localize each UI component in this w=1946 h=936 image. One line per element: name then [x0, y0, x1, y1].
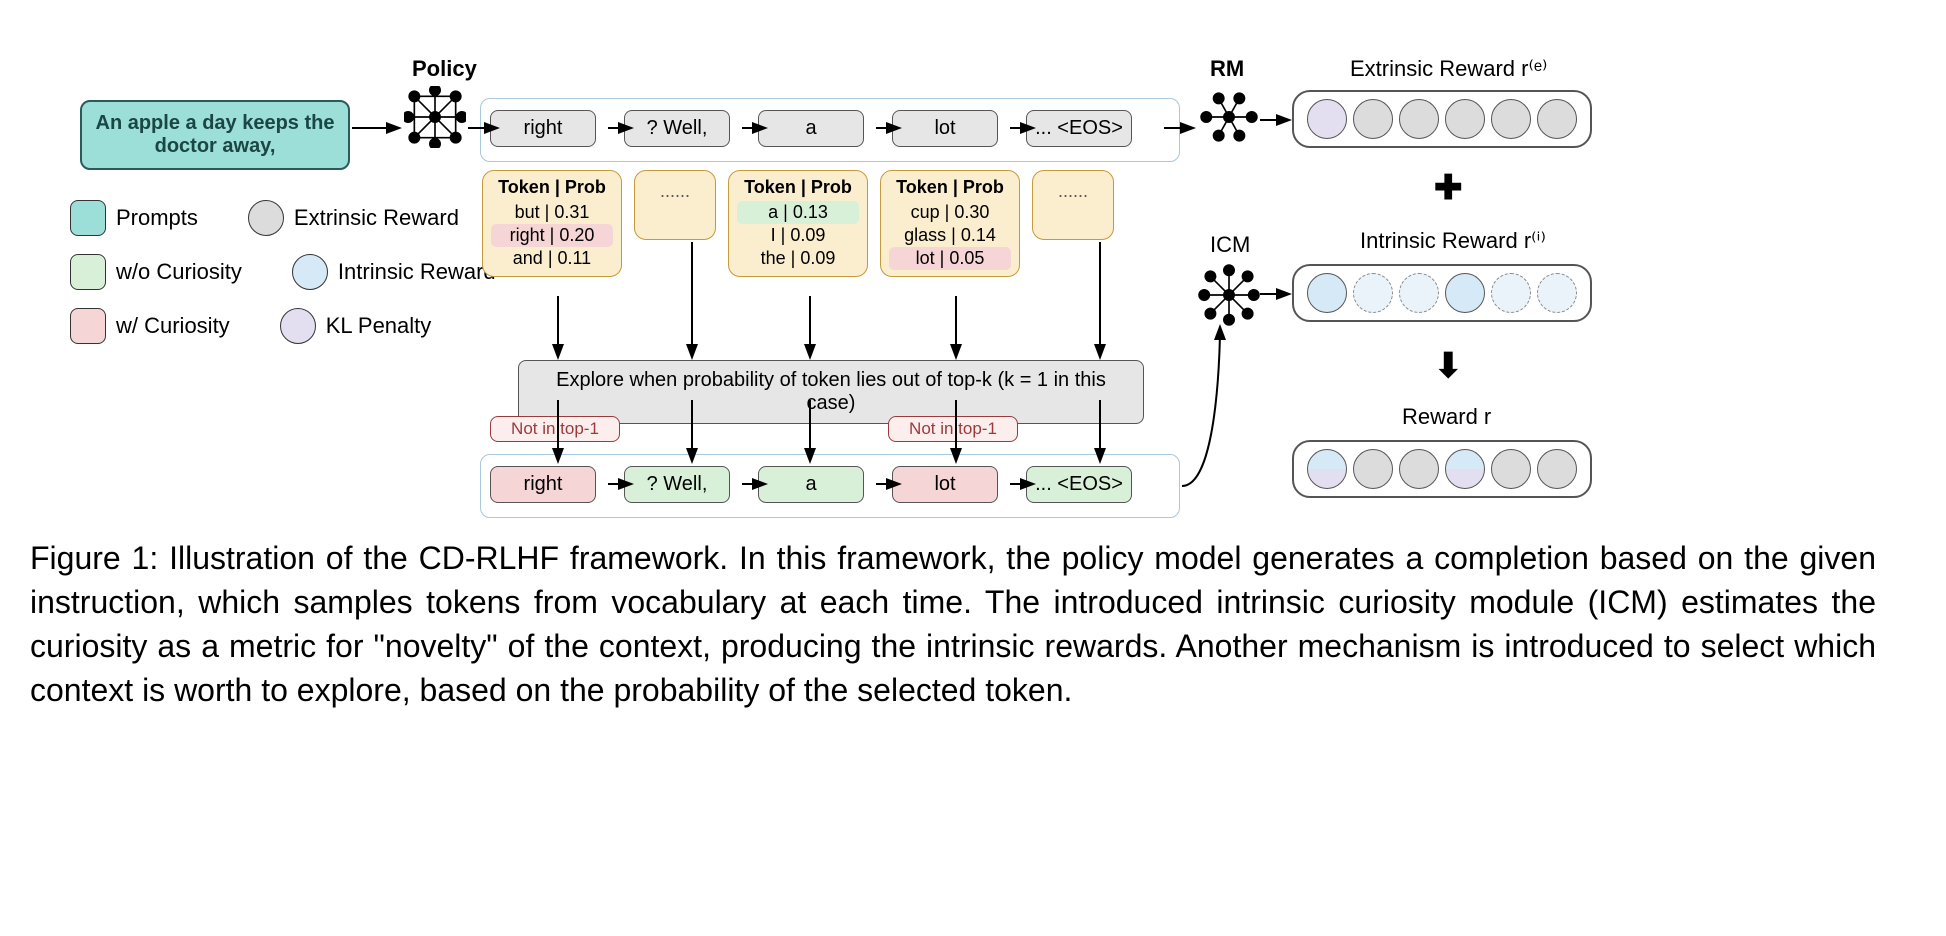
diagram-area: Prompts Extrinsic Reward w/o Curiosity I… — [60, 60, 1886, 540]
token: right — [490, 110, 596, 147]
plus-icon: ✚ — [1434, 168, 1463, 208]
extrinsic-reward-title: Extrinsic Reward r⁽ᵉ⁾ — [1350, 56, 1547, 82]
prob-ellipsis-1: ...... — [634, 170, 716, 240]
tokens-bottom: right ? Well, alot ... <EOS> — [490, 466, 1132, 503]
swatch-wo-curiosity — [70, 254, 106, 290]
intrinsic-reward-title: Intrinsic Reward r⁽ⁱ⁾ — [1360, 228, 1546, 254]
reward-circle — [1353, 449, 1393, 489]
policy-network-icon — [404, 86, 466, 148]
legend-prompts-label: Prompts — [116, 205, 198, 231]
explore-box: Explore when probability of token lies o… — [518, 360, 1144, 424]
reward-circle — [1399, 449, 1439, 489]
tokens-top: right ? Well, alot ... <EOS> — [490, 110, 1132, 147]
reward-circle — [1445, 273, 1485, 313]
swatch-kl — [280, 308, 316, 344]
legend-wo-curiosity-label: w/o Curiosity — [116, 259, 242, 285]
not-in-top-1-left: Not in top-1 — [490, 416, 620, 442]
reward-circle — [1353, 99, 1393, 139]
legend-extrinsic-label: Extrinsic Reward — [294, 205, 459, 231]
reward-circle-dashed — [1399, 273, 1439, 313]
legend-prompts: Prompts — [70, 200, 198, 236]
reward-circle — [1537, 99, 1577, 139]
legend-extrinsic-reward: Extrinsic Reward — [248, 200, 459, 236]
prob-line: the | 0.09 — [737, 247, 859, 270]
token: ? Well, — [624, 466, 730, 503]
not-in-top-1-right: Not in top-1 — [888, 416, 1018, 442]
token: lot — [892, 466, 998, 503]
prob-line: but | 0.31 — [491, 201, 613, 224]
prob-card-3: Token | Probcup | 0.30glass | 0.14lot | … — [880, 170, 1020, 277]
rm-label: RM — [1210, 56, 1244, 82]
reward-circle-half — [1307, 449, 1347, 489]
swatch-prompts — [70, 200, 106, 236]
reward-circle-dashed — [1353, 273, 1393, 313]
reward-circle — [1491, 99, 1531, 139]
swatch-intrinsic — [292, 254, 328, 290]
reward-circle — [1491, 449, 1531, 489]
legend-w-curiosity: w/ Curiosity — [70, 308, 230, 344]
prob-card-1: Token | Probbut | 0.31right | 0.20and | … — [482, 170, 622, 277]
down-arrow-icon: ⬇ — [1434, 346, 1463, 386]
icm-label: ICM — [1210, 232, 1250, 258]
reward-circle-half — [1445, 449, 1485, 489]
swatch-extrinsic — [248, 200, 284, 236]
pipeline: right? Well,alot... <EOS> Token | Probbu… — [490, 92, 1170, 520]
legend: Prompts Extrinsic Reward w/o Curiosity I… — [70, 200, 496, 344]
notin-row: Not in top-1 Not in top-1 — [490, 416, 1018, 442]
prob-line: a | 0.13 — [737, 201, 859, 224]
prob-line: cup | 0.30 — [889, 201, 1011, 224]
prob-card-2: Token | Proba | 0.13I | 0.09the | 0.09 — [728, 170, 868, 277]
total-reward-panel — [1292, 440, 1592, 498]
prob-line: glass | 0.14 — [889, 224, 1011, 247]
legend-w-curiosity-label: w/ Curiosity — [116, 313, 230, 339]
token: ? Well, — [624, 110, 730, 147]
token: ... <EOS> — [1026, 466, 1132, 503]
rm-network-icon — [1198, 86, 1260, 148]
token: lot — [892, 110, 998, 147]
intrinsic-reward-panel — [1292, 264, 1592, 322]
legend-kl-penalty: KL Penalty — [280, 308, 432, 344]
reward-circle — [1445, 99, 1485, 139]
reward-circle — [1399, 99, 1439, 139]
prompt-box: An apple a day keeps the doctor away, — [80, 100, 350, 170]
reward-circle-dashed — [1537, 273, 1577, 313]
legend-intrinsic-reward: Intrinsic Reward — [292, 254, 496, 290]
reward-circle — [1537, 449, 1577, 489]
prob-row: Token | Probbut | 0.31right | 0.20and | … — [482, 170, 1114, 277]
prob-line: and | 0.11 — [491, 247, 613, 270]
prob-line: I | 0.09 — [737, 224, 859, 247]
reward-title: Reward r — [1402, 404, 1491, 430]
token: right — [490, 466, 596, 503]
legend-wo-curiosity: w/o Curiosity — [70, 254, 242, 290]
reward-circle-dashed — [1491, 273, 1531, 313]
token: ... <EOS> — [1026, 110, 1132, 147]
policy-label: Policy — [412, 56, 477, 82]
legend-intrinsic-label: Intrinsic Reward — [338, 259, 496, 285]
reward-circle — [1307, 273, 1347, 313]
swatch-w-curiosity — [70, 308, 106, 344]
prob-line: lot | 0.05 — [889, 247, 1011, 270]
icm-network-icon — [1198, 264, 1260, 326]
legend-kl-label: KL Penalty — [326, 313, 432, 339]
extrinsic-reward-panel — [1292, 90, 1592, 148]
prob-line: right | 0.20 — [491, 224, 613, 247]
reward-circle — [1307, 99, 1347, 139]
token: a — [758, 110, 864, 147]
figure-caption: Figure 1: Illustration of the CD-RLHF fr… — [30, 536, 1876, 713]
token: a — [758, 466, 864, 503]
prob-ellipsis-2: ...... — [1032, 170, 1114, 240]
